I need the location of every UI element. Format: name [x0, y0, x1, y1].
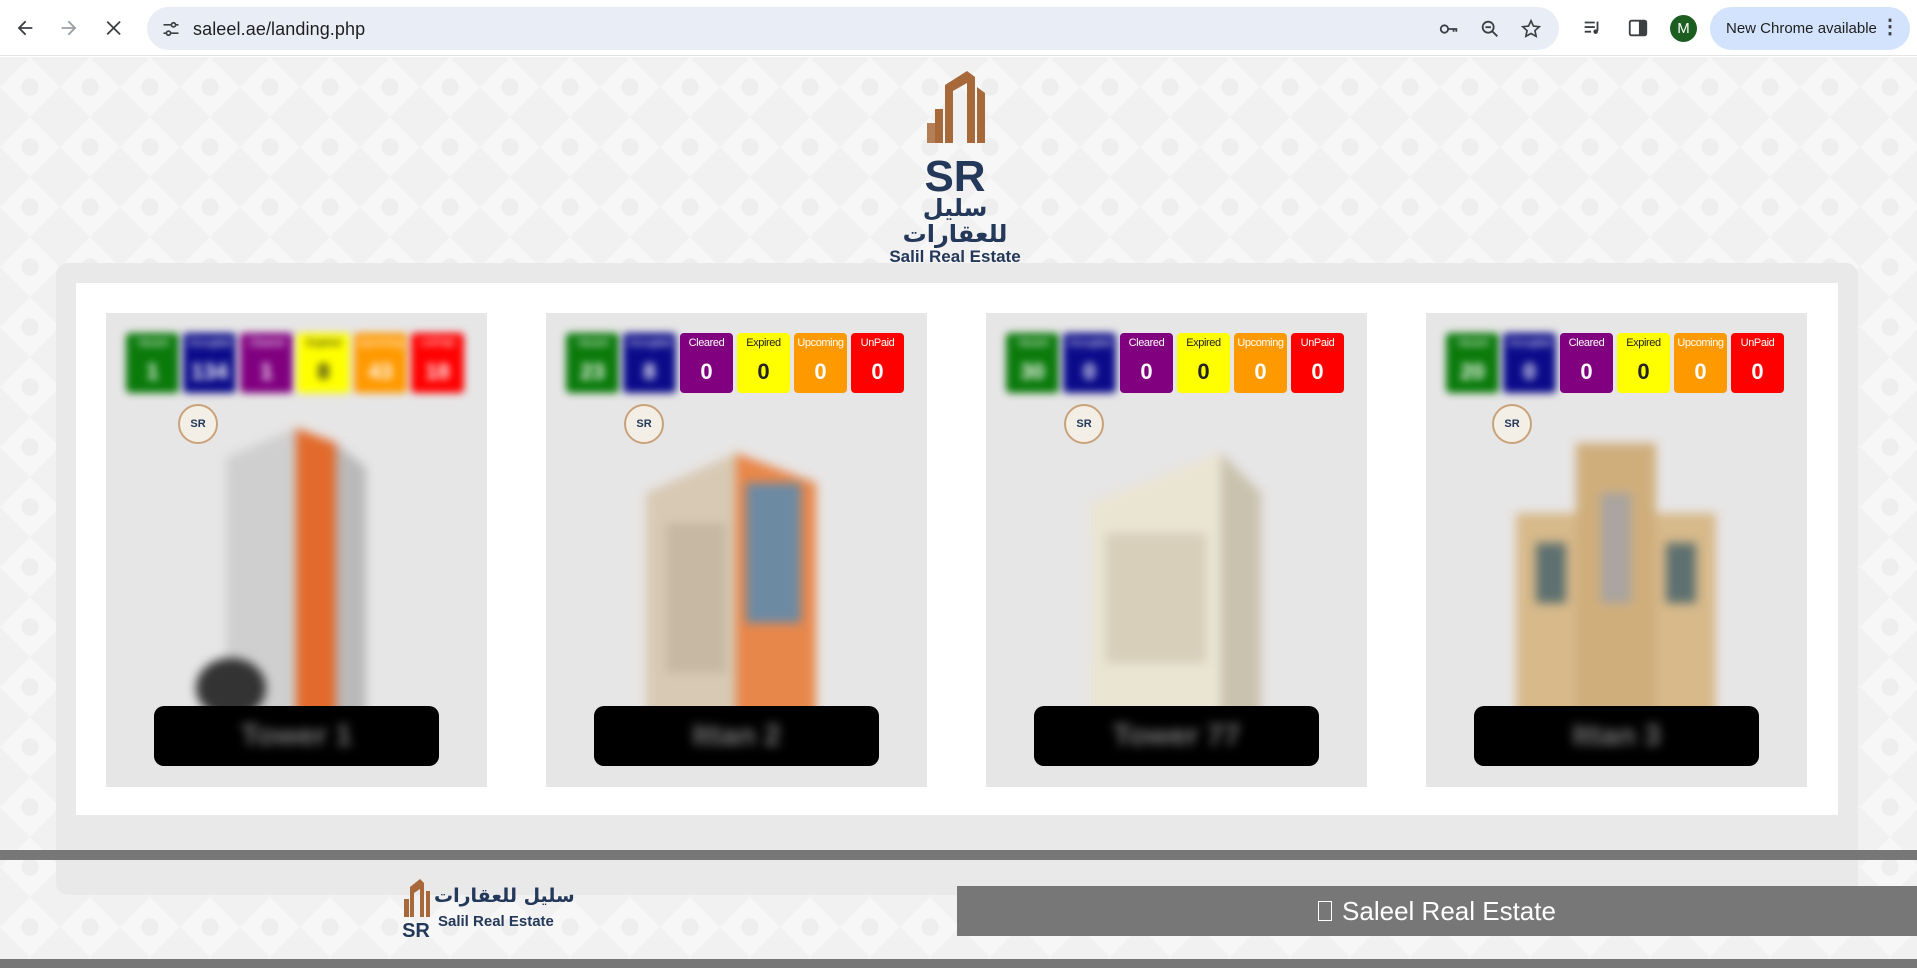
- profile-avatar[interactable]: M: [1670, 15, 1697, 42]
- logo-arabic-text: سليل للعقارات: [902, 194, 1008, 248]
- forward-button[interactable]: [51, 10, 87, 46]
- footer-logo[interactable]: SR سليل للعقارات Salil Real Estate: [400, 877, 575, 943]
- status-badges: Vacant 30 Occupied 0 Cleared 0 Expired 0 Upc…: [1006, 333, 1350, 393]
- status-badges: Vacant 20 Occupied 0 Cleared 0 Expired 0 Upc…: [1446, 333, 1790, 393]
- badge-occupied[interactable]: Occupied 0: [1063, 333, 1116, 393]
- arrow-left-icon: [17, 20, 33, 36]
- badge-cleared[interactable]: Cleared 0: [1120, 333, 1173, 393]
- property-name-bar[interactable]: Tower 77: [1034, 706, 1319, 766]
- badge-occupied[interactable]: Occupied 134: [183, 333, 236, 393]
- property-card[interactable]: Vacant 20 Occupied 0 Cleared 0 Expired 0 Upc…: [1426, 313, 1807, 787]
- building-image: [1091, 453, 1261, 718]
- more-vert-icon[interactable]: ⋮: [1880, 17, 1900, 37]
- tune-icon: [163, 21, 179, 37]
- properties-grid: Vacant 1 Occupied 134 Cleared 1 Expired 8 Up…: [76, 283, 1838, 815]
- property-card[interactable]: Vacant 23 Occupied 8 Cleared 0 Expired 0 Upc…: [546, 313, 927, 787]
- arrow-right-icon: [61, 20, 77, 36]
- footer-brand-bar: Saleel Real Estate: [957, 886, 1917, 936]
- footer-divider-bottom: [0, 959, 1917, 968]
- badge-cleared[interactable]: Cleared 0: [1560, 333, 1613, 393]
- browser-toolbar: saleel.ae/landing.php M New Chrome avail…: [0, 0, 1917, 56]
- badge-upcoming[interactable]: Upcoming 0: [1234, 333, 1287, 393]
- badge-cleared[interactable]: Cleared 1: [240, 333, 293, 393]
- building-image: [196, 428, 366, 718]
- svg-text:SR: SR: [402, 920, 430, 939]
- stop-loading-button[interactable]: [96, 10, 132, 46]
- zoom-icon: [1481, 20, 1498, 37]
- site-info-button[interactable]: [155, 13, 187, 45]
- star-icon: [1520, 18, 1542, 38]
- badge-upcoming[interactable]: Upcoming 0: [1674, 333, 1727, 393]
- status-badges: Vacant 1 Occupied 134 Cleared 1 Expired 8 Up…: [126, 333, 470, 393]
- badge-cleared[interactable]: Cleared 0: [680, 333, 733, 393]
- footer-brand-text: Saleel Real Estate: [1342, 895, 1556, 926]
- building-image: [646, 453, 816, 718]
- property-name-bar[interactable]: Tower 1: [154, 706, 439, 766]
- back-button[interactable]: [7, 10, 43, 46]
- side-panel-icon: [1628, 19, 1648, 37]
- badge-expired[interactable]: Expired 0: [1617, 333, 1670, 393]
- media-control-button[interactable]: [1574, 10, 1610, 46]
- footer-logo-english: Salil Real Estate: [438, 913, 554, 930]
- properties-panel: Vacant 1 Occupied 134 Cleared 1 Expired 8 Up…: [56, 263, 1858, 895]
- svg-text:SR: SR: [924, 152, 985, 195]
- zoom-button[interactable]: [1476, 15, 1504, 43]
- side-panel-button[interactable]: [1620, 10, 1656, 46]
- address-bar[interactable]: saleel.ae/landing.php: [147, 7, 1559, 50]
- badge-vacant[interactable]: Vacant 1: [126, 333, 179, 393]
- badge-upcoming[interactable]: Upcoming 43: [354, 333, 407, 393]
- password-button[interactable]: [1435, 15, 1463, 43]
- logo-mark-icon: SR: [924, 71, 986, 195]
- badge-unpaid[interactable]: UnPaid 18: [411, 333, 464, 393]
- badge-upcoming[interactable]: Upcoming 0: [794, 333, 847, 393]
- badge-expired[interactable]: Expired 0: [737, 333, 790, 393]
- badge-vacant[interactable]: Vacant 20: [1446, 333, 1499, 393]
- landing-page: SR سليل للعقارات Salil Real Estate Vacan…: [0, 57, 1917, 968]
- badge-occupied[interactable]: Occupied 0: [1503, 333, 1556, 393]
- building-image: [1516, 443, 1716, 718]
- url-text[interactable]: saleel.ae/landing.php: [193, 19, 365, 40]
- badge-expired[interactable]: Expired 8: [297, 333, 350, 393]
- badge-expired[interactable]: Expired 0: [1177, 333, 1230, 393]
- media-control-icon: [1584, 21, 1599, 34]
- property-card[interactable]: Vacant 30 Occupied 0 Cleared 0 Expired 0 Upc…: [986, 313, 1367, 787]
- property-name-bar[interactable]: Ittan 2: [594, 706, 879, 766]
- badge-vacant[interactable]: Vacant 30: [1006, 333, 1059, 393]
- key-icon: [1439, 24, 1458, 34]
- update-label: New Chrome available: [1726, 20, 1877, 37]
- property-card[interactable]: Vacant 1 Occupied 134 Cleared 1 Expired 8 Up…: [106, 313, 487, 787]
- badge-unpaid[interactable]: UnPaid 0: [1731, 333, 1784, 393]
- chrome-update-chip[interactable]: New Chrome available ⋮: [1710, 7, 1910, 50]
- unknown-glyph-box-icon: [1318, 901, 1333, 921]
- bookmark-button[interactable]: [1517, 15, 1545, 43]
- header-logo[interactable]: SR سليل للعقارات Salil Real Estate: [880, 65, 1030, 266]
- logo-mark-icon: SR: [402, 879, 430, 939]
- close-icon: [106, 20, 121, 36]
- footer-divider-top: [0, 850, 1917, 860]
- status-badges: Vacant 23 Occupied 8 Cleared 0 Expired 0 Upc…: [566, 333, 910, 393]
- badge-occupied[interactable]: Occupied 8: [623, 333, 676, 393]
- property-name-bar[interactable]: Ittan 3: [1474, 706, 1759, 766]
- badge-unpaid[interactable]: UnPaid 0: [851, 333, 904, 393]
- badge-vacant[interactable]: Vacant 23: [566, 333, 619, 393]
- badge-unpaid[interactable]: UnPaid 0: [1291, 333, 1344, 393]
- footer-logo-arabic: سليل للعقارات: [434, 885, 575, 907]
